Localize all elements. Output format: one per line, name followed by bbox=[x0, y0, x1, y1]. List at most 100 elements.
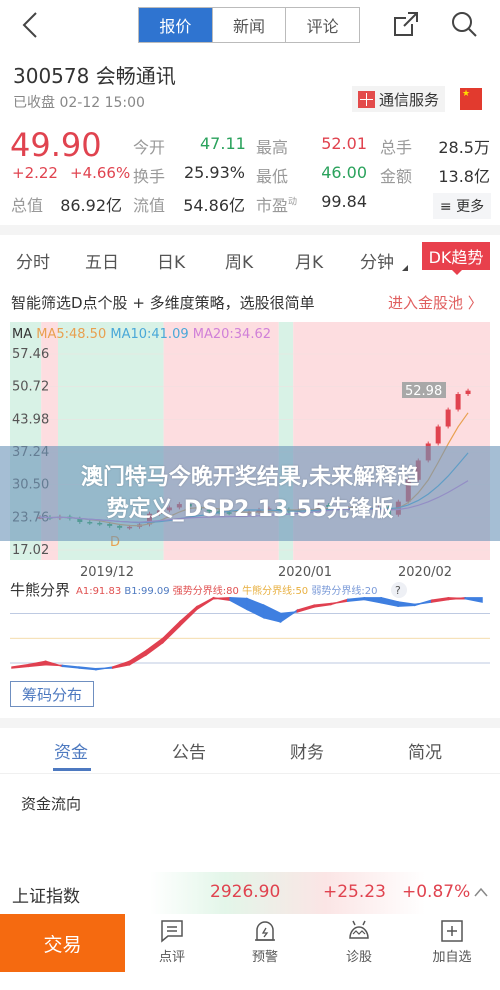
indicator-band bbox=[330, 598, 349, 606]
y-tick-label: 50.72 bbox=[12, 380, 49, 395]
legend-title: MA bbox=[12, 327, 36, 342]
industry-tag[interactable]: 通信服务 bbox=[352, 86, 446, 112]
tab-five-day[interactable]: 五日 bbox=[85, 248, 119, 273]
price-label: 52.98 bbox=[405, 384, 442, 399]
indicator-band bbox=[111, 660, 131, 669]
nav-alert[interactable]: 预警 bbox=[235, 918, 295, 972]
candle bbox=[465, 390, 471, 395]
pe-label: 市盈 bbox=[256, 196, 289, 215]
indicator-band bbox=[414, 599, 433, 607]
quote-value: 86.92亿 bbox=[60, 196, 122, 215]
tab-financials[interactable]: 财务 bbox=[290, 738, 324, 763]
trade-button[interactable]: 交易 bbox=[0, 914, 125, 972]
tab-weekly-k[interactable]: 周K bbox=[225, 248, 253, 273]
index-change-pct: +0.87% bbox=[402, 882, 471, 902]
tab-daily-k[interactable]: 日K bbox=[157, 248, 185, 273]
indicator-band bbox=[263, 604, 282, 623]
bull-bear-indicator-chart[interactable]: 牛熊分界 A1:91.83 B1:99.09 强势分界线:80 牛熊分界线:50 … bbox=[0, 578, 500, 673]
tab-funds[interactable]: 资金 bbox=[54, 738, 88, 763]
legend-item: MA20:34.62 bbox=[193, 327, 271, 342]
comment-icon bbox=[161, 920, 183, 943]
indicator-band bbox=[430, 596, 450, 603]
grid-icon bbox=[358, 90, 375, 108]
legend-item: B1:99.09 bbox=[124, 586, 172, 597]
more-button[interactable]: ≡ 更多 bbox=[433, 193, 491, 219]
legend-item: MA5:48.50 bbox=[36, 327, 110, 342]
y-tick-label: 17.02 bbox=[12, 543, 49, 558]
overlay-line-1: 澳门特马今晚开奖结果,未来解释趋 bbox=[80, 464, 420, 490]
share-icon[interactable] bbox=[392, 10, 420, 38]
indicator-band bbox=[128, 649, 148, 666]
robot-icon bbox=[349, 920, 369, 939]
promo-text: 智能筛选D点个股 + 多维度策略，选股很简单 bbox=[11, 294, 315, 312]
chip-distribution-button[interactable]: 筹码分布 bbox=[10, 681, 94, 707]
index-value: 2926.90 bbox=[210, 882, 281, 902]
indicator-band bbox=[61, 664, 80, 669]
dropdown-triangle-icon bbox=[402, 265, 408, 271]
quote-label: 最高 bbox=[256, 138, 289, 157]
divider bbox=[0, 718, 500, 728]
back-icon[interactable] bbox=[18, 10, 46, 40]
tab-comments[interactable]: 评论 bbox=[286, 8, 359, 42]
quote-value: 25.93% bbox=[183, 163, 245, 182]
chart-period-tabs: 分时 五日 日K 周K 月K 分钟 DK趋势 bbox=[0, 240, 500, 276]
index-ticker[interactable]: 上证指数 2926.90 +25.23 +0.87% bbox=[0, 872, 500, 914]
legend-item: 牛熊分界线:50 bbox=[242, 584, 311, 597]
tab-monthly-k[interactable]: 月K bbox=[295, 248, 323, 273]
indicator-band bbox=[78, 666, 97, 671]
chevron-up-icon[interactable] bbox=[474, 887, 488, 897]
legend-item: MA10:41.09 bbox=[110, 327, 192, 342]
indicator-band bbox=[246, 597, 265, 619]
watermark-overlay: 澳门特马今晚开奖结果,未来解释趋 势定义_DSP2.13.55先锋版 bbox=[0, 446, 500, 541]
quote-label: 总值 bbox=[11, 196, 44, 215]
quote-value: 54.86亿 bbox=[183, 196, 245, 215]
tab-quote[interactable]: 报价 bbox=[139, 8, 213, 42]
y-tick-label: 57.46 bbox=[12, 347, 49, 362]
indicator-band bbox=[179, 605, 198, 628]
indicator-band bbox=[95, 666, 114, 671]
legend-item: A1:91.83 bbox=[76, 586, 124, 597]
tab-minute[interactable]: 分钟 bbox=[360, 248, 394, 273]
candle bbox=[455, 394, 461, 410]
indicator-band bbox=[28, 660, 47, 668]
quote-value: 47.11 bbox=[200, 134, 246, 153]
quote-value: 52.01 bbox=[321, 134, 367, 153]
tab-profile[interactable]: 简况 bbox=[408, 738, 442, 763]
nav-label: 点评 bbox=[158, 950, 185, 965]
tab-news[interactable]: 新闻 bbox=[213, 8, 287, 42]
quote-label: 今开 bbox=[133, 138, 166, 157]
indicator-band bbox=[296, 604, 315, 613]
stock-title: 300578 会畅通讯 bbox=[13, 64, 176, 88]
tab-announcements[interactable]: 公告 bbox=[172, 738, 206, 763]
quote-value: 99.84 bbox=[321, 192, 367, 211]
nav-label: 加自选 bbox=[432, 950, 472, 965]
fund-flow-title: 资金流向 bbox=[21, 795, 82, 813]
indicator-legend: A1:91.83 B1:99.09 强势分界线:80 牛熊分界线:50 弱势分界… bbox=[76, 584, 377, 597]
industry-label: 通信服务 bbox=[379, 90, 440, 109]
tab-dk-trend[interactable]: DK趋势 bbox=[422, 242, 490, 275]
segment-tabs: 报价 新闻 评论 bbox=[138, 7, 360, 43]
quote-label: 最低 bbox=[256, 167, 289, 186]
china-flag-icon: ★ bbox=[460, 88, 482, 110]
indicator-band bbox=[195, 596, 215, 611]
divider bbox=[0, 225, 500, 235]
nav-comment[interactable]: 点评 bbox=[142, 918, 202, 972]
nav-diagnose[interactable]: 诊股 bbox=[329, 918, 389, 972]
indicator-band bbox=[380, 596, 399, 607]
indicator-band bbox=[313, 602, 332, 608]
nav-label: 预警 bbox=[251, 950, 278, 965]
price-change-pct: +4.66% bbox=[70, 164, 131, 182]
alert-icon bbox=[255, 921, 275, 941]
indicator-band bbox=[212, 596, 231, 602]
search-icon[interactable] bbox=[450, 10, 478, 38]
indicator-band bbox=[11, 663, 30, 669]
legend-item: 弱势分界线:20 bbox=[311, 584, 377, 597]
nav-add-watchlist[interactable]: 加自选 bbox=[422, 918, 482, 972]
quote-label: 市盈动 bbox=[256, 192, 297, 216]
indicator-band bbox=[363, 597, 383, 604]
tab-intraday[interactable]: 分时 bbox=[16, 248, 50, 273]
quote-label: 换手 bbox=[133, 167, 166, 186]
indicator-band bbox=[279, 608, 299, 624]
gold-pool-link[interactable]: 进入金股池 〉 bbox=[388, 292, 483, 313]
quote-panel: 49.90 +2.22 +4.66% 今开 47.11 最高 52.01 总手 … bbox=[0, 120, 500, 225]
